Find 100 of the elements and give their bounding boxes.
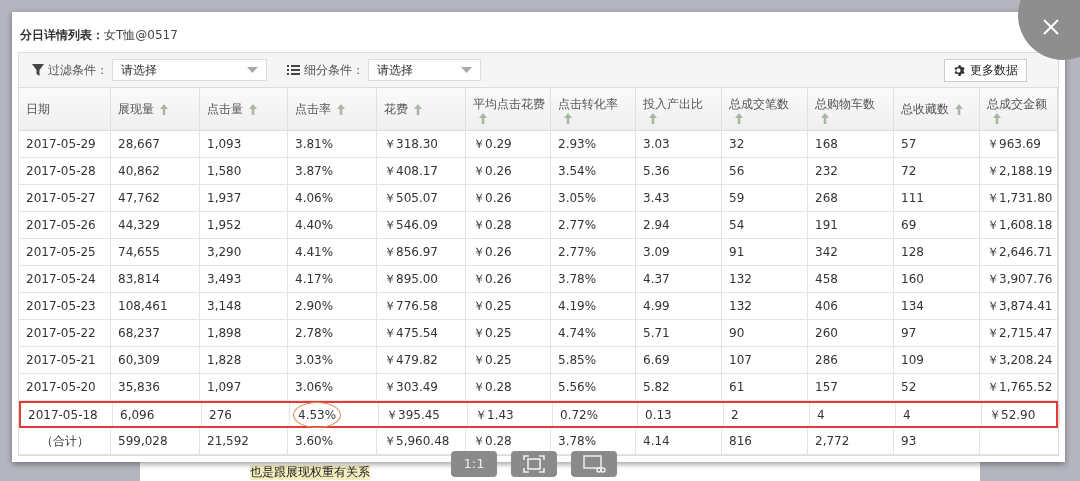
table-cell-text: 2017-05-20: [26, 379, 96, 396]
table-cell-text: ￥0.25: [473, 352, 512, 369]
table-cell-text: 2017-05-21: [26, 352, 96, 369]
table-cell-text: 3.60%: [295, 433, 334, 450]
sort-arrow-icon[interactable]: [955, 103, 963, 115]
sort-arrow-icon[interactable]: [160, 103, 168, 115]
table-cell-text: 1,093: [207, 136, 242, 153]
filter-dropdown[interactable]: 请选择: [112, 59, 267, 81]
sort-arrow-icon[interactable]: [479, 112, 487, 124]
table-cell-text: 107: [729, 352, 752, 369]
more-data-button[interactable]: 更多数据: [944, 58, 1027, 82]
table-cell-text: 68,237: [118, 325, 160, 342]
table-cell-text: 3.05%: [558, 190, 597, 207]
table-cell-text: 2.77%: [558, 244, 597, 261]
table-cell-text: 276: [209, 406, 232, 424]
table-cell-text: 35,836: [118, 379, 160, 396]
table-cell-text: 5.36: [643, 163, 670, 180]
sort-arrow-icon[interactable]: [649, 112, 657, 124]
column-header[interactable]: 点击量: [200, 88, 288, 130]
segment-dropdown[interactable]: 请选择: [368, 59, 481, 81]
table-cell-text: 83,814: [118, 271, 160, 288]
table-cell-text: ￥2,646.71: [987, 244, 1053, 261]
column-header[interactable]: 总成交金额: [980, 88, 1058, 130]
table-cell-text: 111: [901, 190, 924, 207]
column-header[interactable]: 总购物车数: [808, 88, 894, 130]
table-cell-text: 6,096: [120, 406, 155, 424]
column-header[interactable]: 花费: [377, 88, 466, 130]
sort-arrow-icon[interactable]: [414, 103, 422, 115]
list-icon: [287, 65, 300, 75]
table-cell-text: 268: [815, 190, 838, 207]
column-header[interactable]: 点击转化率: [551, 88, 636, 130]
table-cell-text: 93: [901, 433, 917, 450]
close-icon: [1043, 19, 1059, 35]
column-header[interactable]: 平均点击花费: [466, 88, 551, 130]
table-cell-text: 3.43: [643, 190, 670, 207]
table-cell-text: 2017-05-23: [26, 298, 96, 315]
filter-icon: [32, 64, 44, 76]
table-cell-text: 0.13: [645, 406, 672, 424]
table-cell-text: 2017-05-22: [26, 325, 96, 342]
table-cell-text: 3.54%: [558, 163, 597, 180]
table-cell-text: ￥0.26: [473, 190, 512, 207]
table-cell-text: 260: [815, 325, 838, 342]
column-header[interactable]: 总收藏数: [894, 88, 980, 130]
table-cell-text: ￥0.28: [473, 379, 512, 396]
column-header[interactable]: 投入产出比: [636, 88, 722, 130]
table-cell-text: ￥479.82: [384, 352, 438, 369]
table-cell-text: 3.87%: [295, 163, 334, 180]
table-cell-text: 3.81%: [295, 136, 334, 153]
table-cell-text: 3,290: [207, 244, 242, 261]
table-cell-text: 5.82: [643, 379, 670, 396]
table-cell-text: 3.78%: [558, 433, 597, 450]
table-cell-text: 2017-05-24: [26, 271, 96, 288]
table-cell-text: 91: [729, 244, 745, 261]
column-header[interactable]: 总成交笔数: [722, 88, 808, 130]
sort-arrow-icon[interactable]: [249, 103, 257, 115]
screenshot-icon: [582, 454, 606, 474]
sort-arrow-icon[interactable]: [821, 112, 829, 124]
table-cell-text: 816: [729, 433, 752, 450]
table-cell-text: 1,828: [207, 352, 242, 369]
table-cell-text: ￥856.97: [384, 244, 438, 261]
table-cell-text: 2017-05-18: [28, 406, 98, 424]
sort-arrow-icon[interactable]: [564, 112, 572, 124]
column-header[interactable]: 点击率: [288, 88, 377, 130]
table-cell-text: ￥3,874.41: [987, 298, 1053, 315]
table-cell-text: ￥1.43: [475, 406, 514, 424]
table-cell-text: 3.06%: [295, 379, 334, 396]
table-cell-text: 54: [729, 217, 745, 234]
table-cell-text: ￥303.49: [384, 379, 438, 396]
table-cell-text: ￥0.25: [473, 298, 512, 315]
table-cell-text: 60,309: [118, 352, 160, 369]
table-cell-text: 2.78%: [295, 325, 334, 342]
table-cell-text: ￥0.28: [473, 217, 512, 234]
table-cell-text: 90: [729, 325, 745, 342]
table-cell-text: 4.19%: [558, 298, 597, 315]
column-header[interactable]: 日期: [19, 88, 111, 130]
segment-label: 细分条件：: [304, 62, 364, 79]
column-header[interactable]: 展现量: [111, 88, 200, 130]
screenshot-button[interactable]: [571, 451, 617, 477]
table-cell-text: ￥2,188.19: [987, 163, 1053, 180]
table-cell-text: （合计）: [40, 433, 89, 450]
table-cell-text: 232: [815, 163, 838, 180]
sort-arrow-icon[interactable]: [337, 103, 345, 115]
table-cell-text: ￥505.07: [384, 190, 438, 207]
sort-arrow-icon[interactable]: [735, 112, 743, 124]
table-cell-text: ￥895.00: [384, 271, 438, 288]
table-cell-text: 4.37: [643, 271, 670, 288]
fit-screen-button[interactable]: [511, 451, 557, 477]
table-cell-text: 2: [731, 406, 739, 424]
sort-arrow-icon[interactable]: [993, 112, 1001, 124]
table-cell-text: ￥3,208.24: [987, 352, 1053, 369]
table-cell-text: 47,762: [118, 190, 160, 207]
table-cell-text: 97: [901, 325, 917, 342]
table-cell-text: 342: [815, 244, 838, 261]
table-cell-text: 69: [901, 217, 917, 234]
table-cell-text: 6.69: [643, 352, 670, 369]
table-cell-text: 5.85%: [558, 352, 597, 369]
table-cell-text: 4.41%: [295, 244, 334, 261]
table-cell-text: ￥0.25: [473, 325, 512, 342]
table-cell-text: 406: [815, 298, 838, 315]
table-cell-text: 40,862: [118, 163, 160, 180]
